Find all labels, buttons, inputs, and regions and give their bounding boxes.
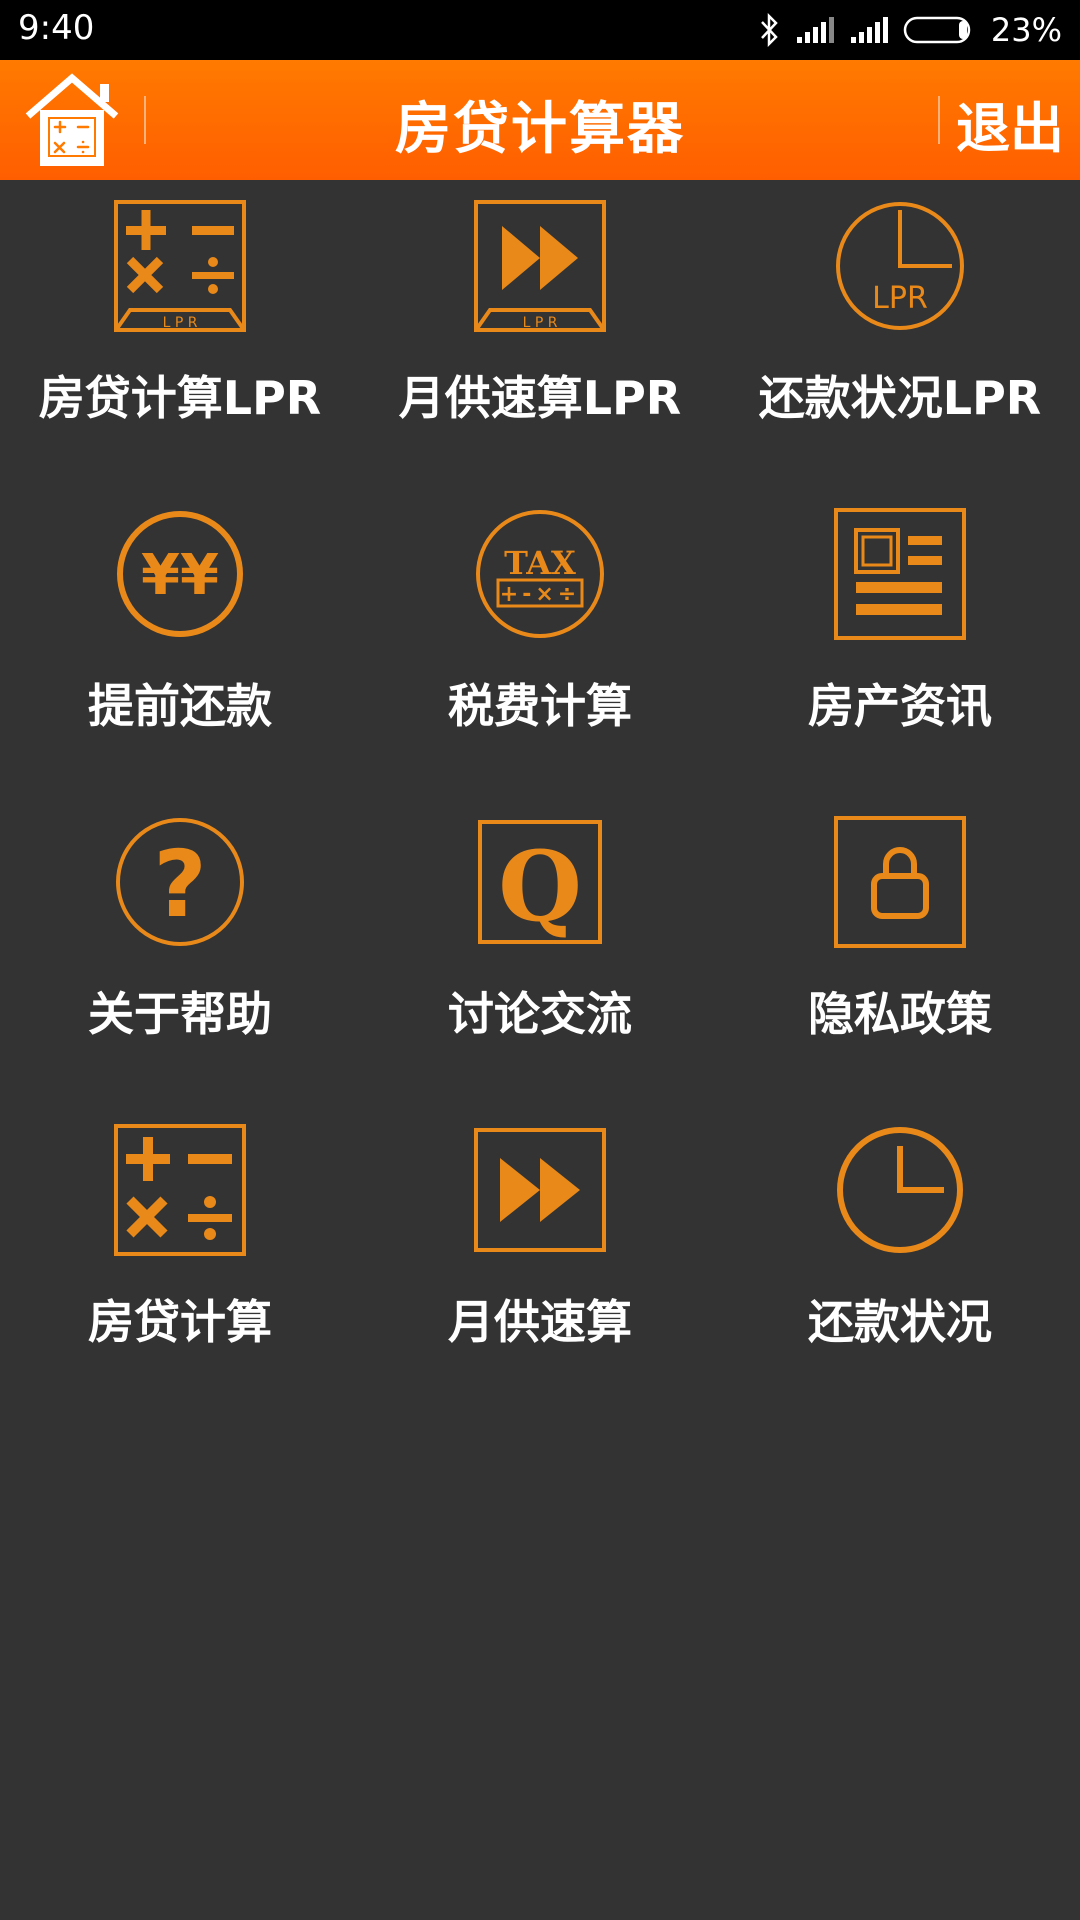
signal-icon	[796, 17, 834, 43]
menu-item-repayment-status-lpr[interactable]: LPR 还款状况LPR	[720, 180, 1080, 488]
app-bar: 房贷计算器 退出	[0, 60, 1080, 180]
menu-item-label: 还款状况	[808, 1295, 992, 1349]
q-discussion-icon: Q	[478, 820, 602, 944]
menu-item-monthly-payment[interactable]: 月供速算	[360, 1104, 720, 1412]
status-bar: 9:40 23%	[0, 0, 1080, 60]
menu-grid: L P R 房贷计算LPR L P R 月供速算LPR LPR 还款状况 LPR …	[0, 180, 1080, 1412]
menu-item-about-help[interactable]: ? 关于帮助	[0, 796, 360, 1104]
q-text: Q	[498, 830, 582, 943]
menu-item-privacy-policy[interactable]: 隐私政策	[720, 796, 1080, 1104]
lpr-text: L P R	[523, 315, 558, 331]
menu-item-label: 房产资讯	[808, 679, 992, 733]
menu-item-label: 税费计算	[448, 679, 632, 733]
calculator-lpr-icon: L P R	[114, 200, 246, 332]
tax-text: TAX	[504, 544, 576, 582]
menu-item-monthly-payment-lpr[interactable]: L P R 月供速算LPR	[360, 180, 720, 488]
menu-item-label: 关于帮助	[88, 987, 272, 1041]
menu-item-discussion[interactable]: Q 讨论交流	[360, 796, 720, 1104]
signal-icon-2	[850, 17, 888, 43]
page-title: 房贷计算器	[395, 97, 685, 162]
menu-item-early-repayment[interactable]: ¥¥ 提前还款	[0, 488, 360, 796]
status-time: 9:40	[18, 8, 95, 48]
menu-item-loan-calc-lpr[interactable]: L P R 房贷计算LPR	[0, 180, 360, 488]
battery-icon	[903, 16, 971, 44]
menu-item-property-news[interactable]: 房产资讯	[720, 488, 1080, 796]
menu-item-label: 讨论交流	[448, 987, 632, 1041]
appbar-divider-right	[938, 96, 940, 144]
menu-item-label: 房贷计算	[88, 1295, 272, 1349]
exit-button[interactable]: 退出	[956, 84, 1064, 163]
tax-ops-text: +-×÷	[500, 582, 580, 607]
tax-icon: TAX +-×÷	[476, 510, 604, 638]
yen-text: ¥¥	[141, 543, 219, 608]
yen-coin-icon: ¥¥	[117, 511, 243, 637]
clock-lpr-icon: LPR	[836, 202, 964, 330]
menu-item-loan-calc[interactable]: 房贷计算	[0, 1104, 360, 1412]
question-icon: ?	[116, 818, 244, 946]
menu-item-label: 房贷计算LPR	[38, 371, 322, 425]
menu-item-label: 提前还款	[88, 679, 272, 733]
lpr-text: L P R	[163, 315, 198, 331]
news-icon	[834, 508, 966, 640]
clock-icon	[837, 1127, 963, 1253]
lpr-text: LPR	[872, 281, 928, 316]
menu-item-tax-calc[interactable]: TAX +-×÷ 税费计算	[360, 488, 720, 796]
menu-item-label: 隐私政策	[808, 987, 992, 1041]
fast-forward-lpr-icon: L P R	[474, 200, 606, 332]
battery-level: 23%	[990, 11, 1062, 49]
calculator-icon	[114, 1124, 246, 1256]
question-text: ?	[153, 831, 206, 938]
menu-item-label: 还款状况LPR	[758, 371, 1042, 425]
status-icons: 23%	[757, 8, 1062, 52]
menu-item-label: 月供速算LPR	[398, 371, 682, 425]
fast-forward-icon	[474, 1128, 606, 1252]
bluetooth-icon	[760, 13, 778, 47]
menu-item-label: 月供速算	[448, 1295, 632, 1349]
menu-item-repayment-status[interactable]: 还款状况	[720, 1104, 1080, 1412]
lock-icon	[834, 816, 966, 948]
